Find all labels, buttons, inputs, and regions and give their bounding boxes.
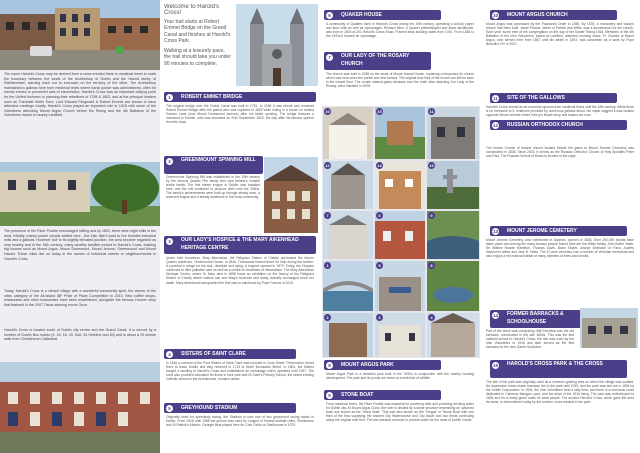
stop-2-header: 2 GREENMOUNT SPINNING MILL — [164, 156, 263, 174]
stop-12-text: The former Church of Ireland church loca… — [486, 146, 634, 159]
stop-9-text: From medieval times, the River Poddle wa… — [326, 402, 474, 423]
stop-5-header: 5 GREYHOUND STADIUM — [164, 403, 296, 413]
stop-1-header: 1 ROBERT EMMET BRIDGE — [164, 92, 316, 102]
stop-8-header: 8 MOUNT ARGUS PARK — [324, 360, 441, 370]
stop-7-header: 7 OUR LADY OF THE ROSARY CHURCH — [324, 52, 431, 70]
stop-2-text: Greenmount Spinning Mill was established… — [166, 175, 260, 200]
stop-3-header: 3 OUR LADY'S HOSPICE & THE MARY AIKENHEAD… — [164, 236, 316, 254]
stop-11-header: 11 SITE OF THE GALLOWS — [490, 93, 617, 103]
stop-10-text: Mount Argus was purchased by the Passion… — [486, 22, 634, 47]
intro-text: The name Harold's Cross may be derived f… — [4, 72, 156, 118]
stop-6-header: 6 QUAKER HOUSE — [324, 10, 441, 20]
column-intro: The name Harold's Cross may be derived f… — [0, 0, 160, 453]
map-cell-4: 4 — [426, 312, 480, 358]
stop-11-text: Harold's Cross served as an execution gr… — [486, 105, 634, 118]
stop-12-header: 12 RUSSIAN ORTHODOX CHURCH — [490, 120, 627, 130]
photo-terraced-houses — [0, 362, 160, 453]
map-cell-7: 7 — [322, 210, 374, 260]
map-cell-12: 12 — [322, 160, 374, 210]
stop-1-text: The original bridge over the Grand Canal… — [166, 104, 314, 125]
stop-15-text: The site of the park was originally used… — [486, 380, 634, 405]
map-cell-10: 10 — [322, 106, 374, 160]
map-cell-8: 8 — [426, 260, 480, 312]
map-cell-9: 9 — [426, 210, 480, 260]
photo-spinning-mill — [264, 157, 318, 233]
stop-5-text: Originally used for speedway racing, the… — [166, 415, 314, 428]
stop-15-header: 15 HAROLD'S CROSS PARK & THE CROSS — [490, 360, 627, 378]
history-text: The presence of the River Poddle encoura… — [4, 229, 156, 261]
walking-text: Walking at a leisurely pace, the trail s… — [164, 48, 231, 67]
stop-13-text: Mount Jerome Cemetery, also mentioned in… — [486, 238, 634, 259]
column-trail-2: 6 QUAKER HOUSE A community of Quakers liv… — [320, 0, 480, 453]
map-cell-1: 1 — [322, 260, 374, 312]
map-cell-5: 5 — [374, 260, 426, 312]
stop-8-text: Mount Argus Park is a beautiful park bui… — [326, 372, 474, 381]
map-cell-13: 13 — [426, 160, 480, 210]
location-text: Harold's Cross is located south of Dubli… — [4, 328, 156, 342]
stop-14-header: 14 FORMER BARRACKS & SCHOOLHOUSE — [490, 310, 587, 328]
column-trail-3: 10 MOUNT ARGUS CHURCH Mount Argus was pur… — [480, 0, 640, 453]
map-cell-11: 11 — [426, 106, 480, 160]
photo-church-spires — [236, 4, 318, 86]
today-text: Today, Harold's Cross is a vibrant villa… — [4, 289, 156, 307]
photo-barracks — [580, 308, 638, 348]
map-cell-2: 2 — [322, 312, 374, 358]
stop-9-header: 9 STONE BOAT — [324, 390, 441, 400]
map-cell-14: 14 — [374, 160, 426, 210]
brochure-page: The name Harold's Cross may be derived f… — [0, 0, 640, 453]
stop-4-text: In 1826 a convent of the Poor Sisters of… — [166, 361, 314, 382]
map-cell-6: 6 — [374, 210, 426, 260]
column-trail-1: Welcome to Harold's Cross! Your trail st… — [160, 0, 320, 453]
map-cell-3: 3 — [374, 312, 426, 358]
stop-7-text: The church was built in 1938 on the land… — [326, 72, 474, 89]
photo-harolds-cross-street — [0, 0, 160, 70]
stop-10-header: 10 MOUNT ARGUS CHURCH — [490, 10, 617, 20]
stop-4-header: 4 SISTERS OF SAINT CLARE — [164, 349, 296, 359]
photo-house-with-tree — [0, 162, 160, 226]
map-cell-15: 15 — [374, 106, 426, 160]
welcome-title: Welcome to Harold's Cross! — [164, 4, 220, 16]
stop-14-text: Part of the block was comprising Hall El… — [486, 329, 574, 350]
stop-13-header: 13 MOUNT JEROME CEMETERY — [490, 226, 627, 236]
welcome-text: Your trail starts at Robert Emmet Bridge… — [164, 19, 231, 44]
stop-3-text: Under their foundress, Mary Aikenhead, t… — [166, 256, 314, 285]
stop-6-text: A community of Quakers lived in Harold's… — [326, 22, 474, 39]
